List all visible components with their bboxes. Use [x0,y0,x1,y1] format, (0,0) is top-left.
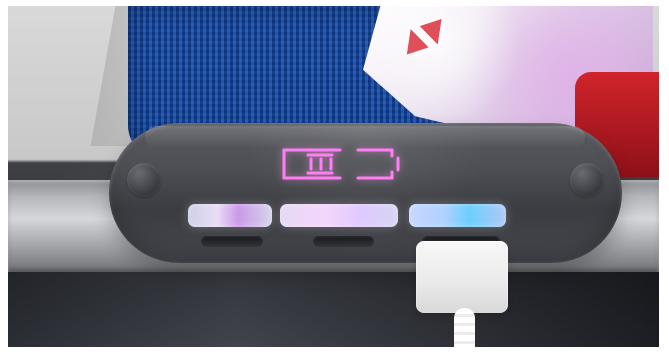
floor [8,272,659,347]
light-bar-left [188,204,272,227]
light-bar-right [409,204,506,227]
photo-scene: ▲▼ [8,6,659,347]
light-bar-center [280,204,398,227]
usb-port-left[interactable] [201,236,263,247]
power-bank-left-button[interactable] [127,163,161,197]
battery-icon [274,140,418,188]
power-bank [109,123,622,263]
usb-cable-plug[interactable] [416,241,508,313]
photo-frame: ▲▼ [0,0,669,353]
power-bank-right-button[interactable] [570,163,604,197]
usb-c-port-center[interactable] [313,236,374,247]
battery-icon-svg [282,148,400,180]
usb-cable-neck [454,308,475,347]
